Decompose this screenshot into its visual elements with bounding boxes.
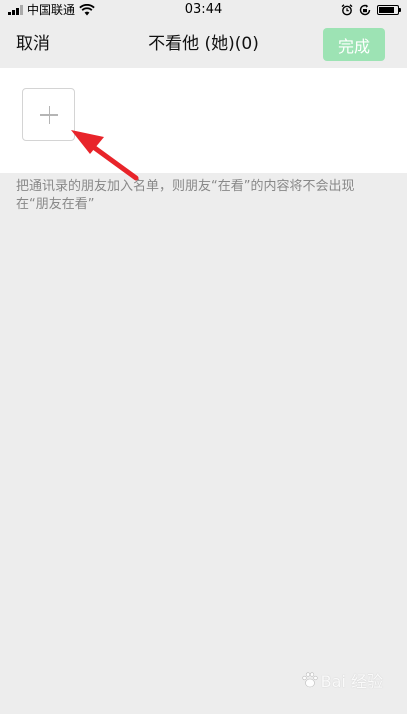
paw-logo-icon	[302, 672, 318, 688]
status-bar: 中国联通 03:44	[0, 0, 407, 20]
nav-bar: 取消 不看他 (她)(0) 完成	[0, 20, 407, 68]
status-right	[341, 3, 401, 17]
add-member-button[interactable]	[22, 88, 75, 141]
watermark: Bai 经验	[301, 668, 383, 692]
rotation-lock-icon	[359, 4, 371, 16]
battery-icon	[377, 5, 401, 15]
watermark-text: Bai 经验	[320, 672, 383, 691]
plus-icon	[23, 89, 74, 140]
alarm-icon	[341, 4, 353, 16]
hint-text: 把通讯录的朋友加入名单，则朋友“在看”的内容将不会出现在“朋友在看”	[16, 179, 355, 212]
member-panel	[0, 68, 407, 173]
done-button[interactable]: 完成	[323, 28, 385, 61]
